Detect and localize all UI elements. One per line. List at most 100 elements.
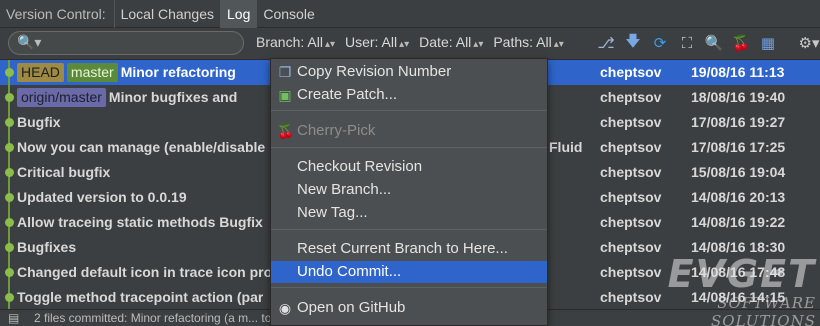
github-icon: ◉ bbox=[278, 300, 292, 316]
chevron-down-icon: ▴▾ bbox=[553, 39, 564, 50]
commit-date: 18/08/16 19:40 bbox=[691, 89, 786, 105]
commit-date: 15/08/16 19:04 bbox=[691, 164, 786, 180]
menu-item-label: Undo Commit... bbox=[297, 263, 402, 280]
find-icon[interactable]: ⛶ bbox=[677, 33, 697, 53]
gear-icon[interactable]: ⚙▾ bbox=[799, 33, 820, 53]
menu-item-open-on-github[interactable]: ◉ Open on GitHub bbox=[271, 297, 547, 319]
menu-item-new-tag[interactable]: New Tag... bbox=[271, 202, 547, 224]
menu-item-new-branch[interactable]: New Branch... bbox=[271, 179, 547, 201]
menu-item-reset-current-branch[interactable]: Reset Current Branch to Here... bbox=[271, 238, 547, 260]
branch-filter[interactable]: Branch: All ▴▾ bbox=[256, 34, 335, 50]
graph-node bbox=[5, 118, 14, 127]
graph-node bbox=[5, 293, 14, 302]
user-filter[interactable]: User: All ▴▾ bbox=[345, 34, 409, 50]
search-icon: 🔍▾ bbox=[17, 34, 42, 50]
menu-separator bbox=[271, 147, 547, 148]
graph-node bbox=[5, 68, 14, 77]
commit-message: Bugfix bbox=[17, 114, 61, 130]
chevron-down-icon: ▴▾ bbox=[473, 39, 484, 50]
commit-date: 14/08/16 20:13 bbox=[691, 189, 786, 205]
commit-author: cheptsov bbox=[600, 164, 662, 180]
patch-icon: ▣ bbox=[278, 87, 292, 103]
commit-message-cell: HEAD master Minor refactoring bbox=[17, 60, 236, 85]
tab-console[interactable]: Console bbox=[256, 0, 320, 28]
commit-message: Allow traceing static methods Bugfix bbox=[17, 214, 263, 230]
menu-item-copy-revision-number[interactable]: ❐ Copy Revision Number bbox=[271, 61, 547, 83]
menu-separator bbox=[271, 229, 547, 230]
commit-author: cheptsov bbox=[600, 114, 662, 130]
commit-author: cheptsov bbox=[600, 289, 662, 305]
commit-message: Changed default icon in trace icon pro bbox=[17, 264, 271, 280]
commit-author: cheptsov bbox=[600, 64, 662, 80]
commit-date: 17/08/16 17:25 bbox=[691, 139, 786, 155]
graph-node bbox=[5, 193, 14, 202]
commit-author: cheptsov bbox=[600, 139, 662, 155]
commit-author: cheptsov bbox=[600, 189, 662, 205]
menu-item-label: Copy Revision Number bbox=[297, 63, 452, 80]
commit-date: 19/08/16 11:13 bbox=[691, 64, 785, 80]
commit-date: 17/08/16 19:27 bbox=[691, 114, 786, 130]
commit-date: 14/08/16 17:48 bbox=[691, 264, 786, 280]
refresh-icon[interactable]: ⟳ bbox=[650, 33, 670, 53]
menu-separator bbox=[271, 287, 547, 288]
commit-message: Updated version to 0.0.19 bbox=[17, 189, 187, 205]
date-filter[interactable]: Date: All ▴▾ bbox=[419, 34, 483, 50]
commit-message-tail: Fluid bbox=[549, 139, 583, 155]
copy-icon: ❐ bbox=[278, 64, 292, 80]
status-text: 2 files committed: Minor refactoring (a … bbox=[34, 311, 295, 325]
ref-badge-head: HEAD bbox=[17, 63, 64, 82]
commit-message-cell: origin/master Minor bugfixes and bbox=[17, 85, 237, 110]
filter-bar: Branch: All ▴▾ User: All ▴▾ Date: All ▴▾ Pa… bbox=[256, 34, 564, 50]
commit-author: cheptsov bbox=[600, 214, 662, 230]
chevron-down-icon: ▴▾ bbox=[324, 39, 335, 50]
commit-message: Now you can manage (enable/disable bbox=[17, 139, 266, 155]
menu-item-create-patch[interactable]: ▣ Create Patch... bbox=[271, 84, 547, 106]
tab-log[interactable]: Log bbox=[220, 0, 257, 28]
branch-filter-label: Branch: All bbox=[256, 34, 323, 50]
commit-message: Minor refactoring bbox=[120, 64, 236, 80]
log-toolbar: 🔍▾ Branch: All ▴▾ User: All ▴▾ Date: All ▴▾… bbox=[0, 28, 820, 60]
cherry-pick-icon: 🍒 bbox=[277, 123, 295, 139]
menu-separator bbox=[271, 110, 547, 111]
commit-date: 14/08/16 18:30 bbox=[691, 239, 786, 255]
commit-author: cheptsov bbox=[600, 264, 662, 280]
date-filter-label: Date: All bbox=[419, 34, 472, 50]
graph-icon[interactable]: ▦ bbox=[758, 33, 778, 53]
menu-item-label: New Tag... bbox=[297, 204, 368, 221]
graph-node bbox=[5, 143, 14, 152]
commit-author: cheptsov bbox=[600, 89, 662, 105]
commit-message: Minor bugfixes and bbox=[108, 89, 238, 105]
zoom-icon[interactable]: 🔍 bbox=[704, 33, 724, 53]
paths-filter[interactable]: Paths: All ▴▾ bbox=[493, 34, 563, 50]
graph-node bbox=[5, 268, 14, 277]
menu-item-label: Cherry-Pick bbox=[297, 122, 376, 139]
menu-item-label: Checkout Revision bbox=[297, 158, 423, 175]
menu-item-label: Open on GitHub bbox=[297, 299, 406, 316]
menu-item-label: Create Patch... bbox=[297, 86, 398, 103]
graph-node bbox=[5, 218, 14, 227]
commit-message: Toggle method tracepoint action (par bbox=[17, 289, 264, 305]
toolbar-actions: ⎇ 🡇 ⟳ ⛶ 🔍 🍒 ▦ ⚙▾ bbox=[596, 33, 819, 53]
menu-item-cherry-pick: 🍒 Cherry-Pick bbox=[271, 120, 547, 142]
commit-message: Critical bugfix bbox=[17, 164, 111, 180]
branch-icon[interactable]: ⎇ bbox=[596, 33, 616, 53]
graph-node bbox=[5, 243, 14, 252]
menu-item-label: New Branch... bbox=[297, 181, 392, 198]
chevron-down-icon: ▴▾ bbox=[399, 39, 410, 50]
context-menu: ❐ Copy Revision Number ▣ Create Patch...… bbox=[270, 58, 548, 326]
menu-item-label: Reset Current Branch to Here... bbox=[297, 240, 508, 257]
tab-local-changes[interactable]: Local Changes bbox=[113, 0, 220, 28]
menu-item-undo-commit[interactable]: Undo Commit... bbox=[271, 261, 547, 283]
commit-message: Bugfixes bbox=[17, 239, 77, 255]
menu-item-checkout-revision[interactable]: Checkout Revision bbox=[271, 156, 547, 178]
commit-date: 14/08/16 14:15 bbox=[691, 289, 786, 305]
down-arrow-icon[interactable]: 🡇 bbox=[623, 33, 643, 53]
paths-filter-label: Paths: All bbox=[493, 34, 552, 50]
graph-node bbox=[5, 168, 14, 177]
ref-badge-origin-master: origin/master bbox=[17, 88, 106, 107]
search-input[interactable]: 🔍▾ bbox=[8, 31, 244, 55]
panel-layout-icon: ▤ bbox=[8, 311, 20, 325]
commit-date: 14/08/16 19:22 bbox=[691, 214, 786, 230]
cherry-pick-icon[interactable]: 🍒 bbox=[731, 33, 751, 53]
ref-badge-master: master bbox=[66, 63, 118, 82]
